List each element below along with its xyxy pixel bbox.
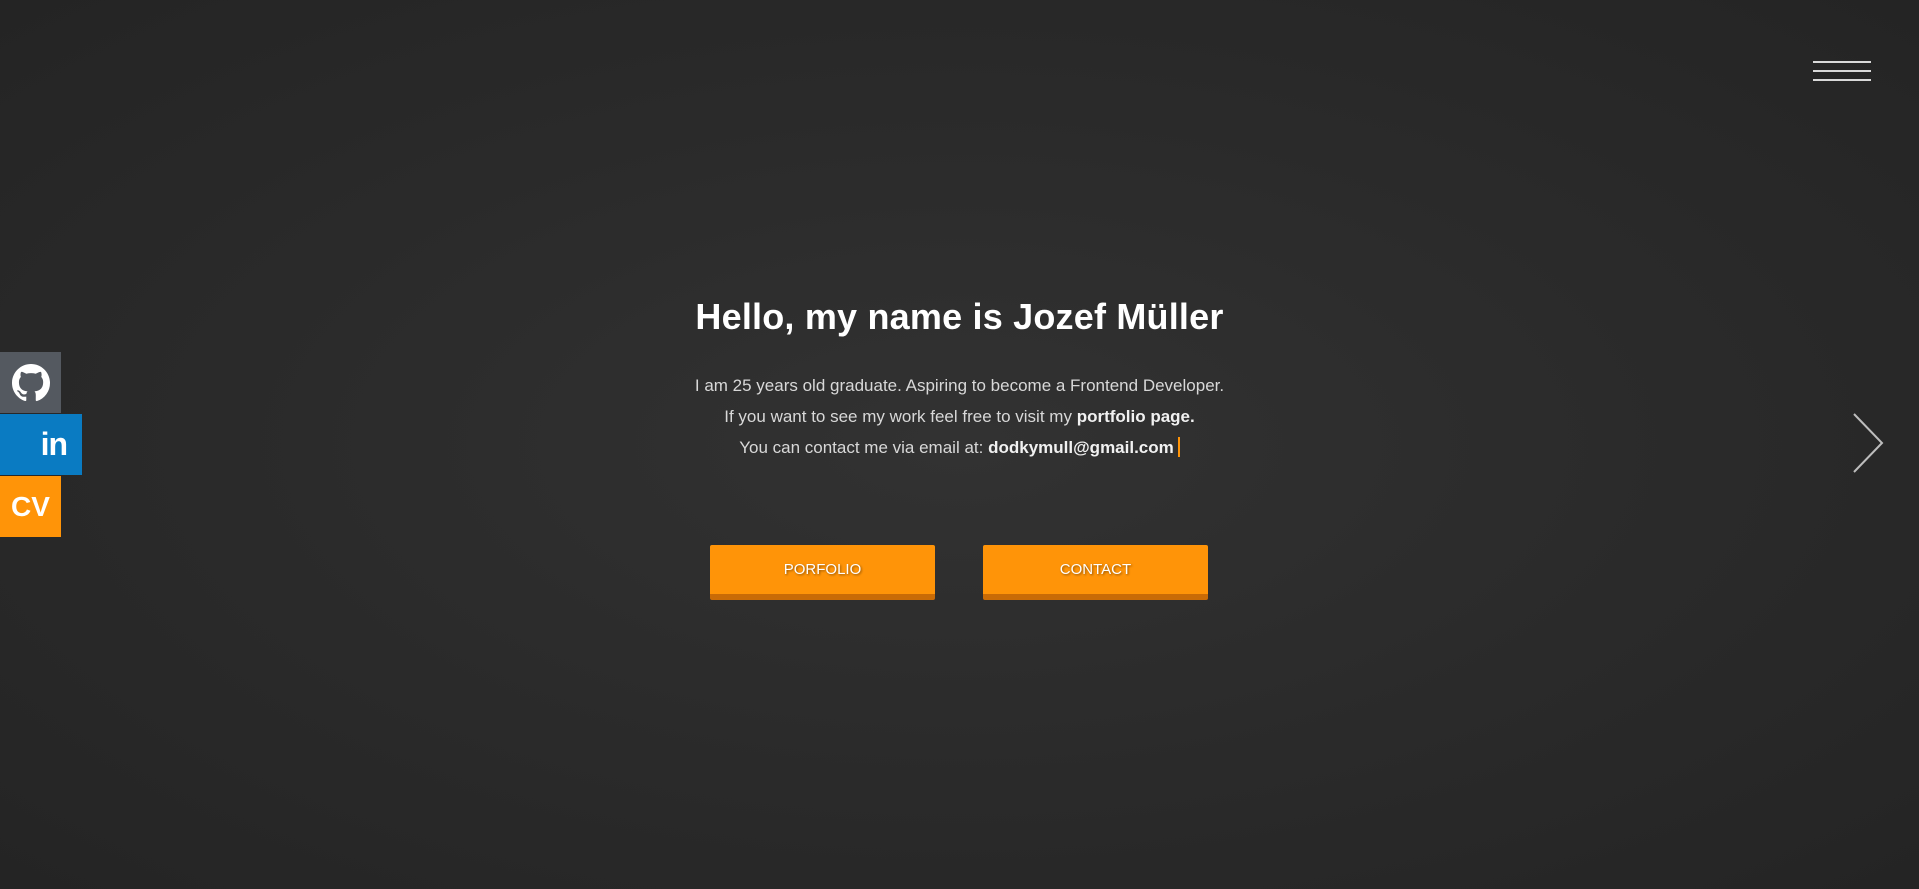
email-link[interactable]: dodkymull@gmail.com (988, 438, 1174, 457)
page-title: Hello, my name is Jozef Müller (695, 296, 1224, 337)
menu-bar (1813, 79, 1871, 81)
portfolio-button[interactable]: PORFOLIO (710, 545, 935, 600)
chevron-right-icon[interactable] (1851, 412, 1885, 474)
typing-cursor (1177, 437, 1180, 457)
intro-line-3: You can contact me via email at: dodkymu… (0, 432, 1919, 463)
intro-line-2-text: If you want to see my work feel free to … (724, 407, 1072, 426)
intro-line-1: I am 25 years old graduate. Aspiring to … (694, 376, 1225, 395)
cta-buttons: PORFOLIO CONTACT (710, 545, 1208, 600)
intro-text: I am 25 years old graduate. Aspiring to … (0, 370, 1919, 463)
cv-icon: CV (11, 490, 50, 522)
contact-button[interactable]: CONTACT (983, 545, 1208, 600)
hamburger-menu-icon[interactable] (1813, 61, 1871, 85)
menu-bar (1813, 61, 1871, 63)
hero-section: Hello, my name is Jozef Müller I am 25 y… (0, 296, 1919, 463)
intro-line-2: If you want to see my work feel free to … (0, 401, 1919, 432)
menu-bar (1813, 70, 1871, 72)
cv-link[interactable]: CV (0, 476, 61, 537)
portfolio-page-link[interactable]: portfolio page. (1077, 407, 1195, 426)
intro-line-3-text: You can contact me via email at: (739, 438, 984, 457)
